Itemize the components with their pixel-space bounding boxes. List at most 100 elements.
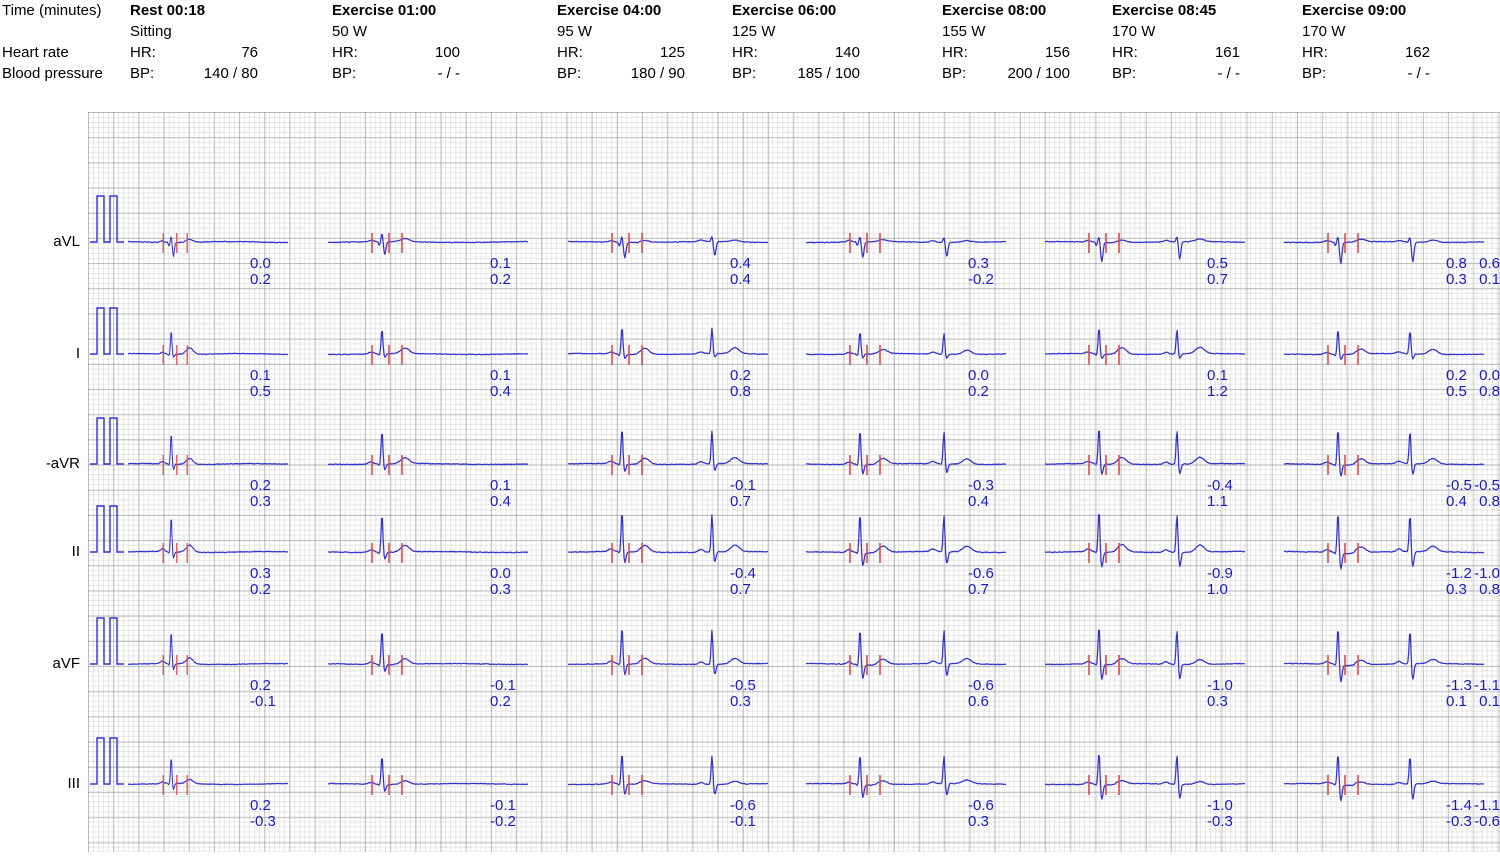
st-level-value: -0.1 — [490, 798, 516, 814]
st-slope-value: 0.1 — [1413, 272, 1500, 288]
st-slope-value: 0.8 — [730, 384, 751, 400]
measurement-values: -0.60.6 — [968, 678, 994, 710]
stage-column-7[interactable]: Exercise 09:00170 WHR:162BP:- / - — [1302, 0, 1406, 84]
bp-key: BP: — [1112, 63, 1136, 84]
hr-value: 76 — [176, 42, 258, 63]
st-slope-value: 0.3 — [490, 582, 511, 598]
bp-value: 185 / 100 — [778, 63, 860, 84]
heart-rate-row: HR:125 — [557, 42, 661, 63]
ecg-waveform — [1045, 330, 1245, 358]
st-level-value: -0.6 — [968, 798, 994, 814]
calibration-pulse — [90, 308, 124, 354]
st-level-value: 0.6 — [1413, 256, 1500, 272]
ecg-chart: aVLI-aVRIIaVFIII 0.00.20.10.20.40.40.3-0… — [88, 112, 1500, 852]
st-level-value: 0.4 — [730, 256, 751, 272]
stage-workload: 95 W — [557, 21, 661, 42]
measurement-values: 0.00.2 — [250, 256, 271, 288]
header-label-time: Time (minutes) — [2, 0, 122, 21]
stage-workload: 155 W — [942, 21, 1046, 42]
st-level-value: -1.0 — [1207, 798, 1233, 814]
hr-key: HR: — [1112, 42, 1138, 63]
measurement-values: 0.20.8 — [730, 368, 751, 400]
measurement-values: -0.6-0.1 — [730, 798, 756, 830]
st-slope-value: 0.4 — [968, 494, 994, 510]
bp-key: BP: — [732, 63, 756, 84]
blood-pressure-row: BP:140 / 80 — [130, 63, 205, 84]
ecg-waveform — [806, 334, 1006, 358]
blood-pressure-row: BP:- / - — [1112, 63, 1216, 84]
st-slope-value: 0.6 — [968, 694, 994, 710]
ecg-waveform — [1045, 431, 1245, 474]
bp-key: BP: — [130, 63, 154, 84]
st-level-value: 0.2 — [250, 478, 271, 494]
st-slope-value: 0.4 — [490, 494, 511, 510]
ecg-waveform — [1284, 517, 1484, 569]
st-level-value: -0.3 — [968, 478, 994, 494]
st-level-value: -0.6 — [968, 566, 994, 582]
st-level-value: -0.6 — [730, 798, 756, 814]
ecg-waveform — [806, 757, 1006, 798]
heart-rate-row: HR:161 — [1112, 42, 1216, 63]
st-level-value: 0.2 — [730, 368, 751, 384]
stage-name: Exercise 08:45 — [1112, 0, 1216, 21]
stage-column-4[interactable]: Exercise 06:00125 WHR:140BP:185 / 100 — [732, 0, 836, 84]
st-level-value: 0.0 — [250, 256, 271, 272]
bp-value: 140 / 80 — [176, 63, 258, 84]
ecg-waveform — [128, 520, 288, 558]
st-level-value: 0.0 — [1413, 368, 1500, 384]
st-level-value: -0.1 — [730, 478, 756, 494]
heart-rate-row: HR:140 — [732, 42, 836, 63]
st-level-value: -1.1 — [1413, 678, 1500, 694]
blood-pressure-row: BP:180 / 90 — [557, 63, 661, 84]
hr-key: HR: — [732, 42, 758, 63]
hr-value: 161 — [1158, 42, 1240, 63]
stage-column-6[interactable]: Exercise 08:45170 WHR:161BP:- / - — [1112, 0, 1216, 84]
heart-rate-row: HR:156 — [942, 42, 1046, 63]
bp-key: BP: — [1302, 63, 1326, 84]
st-level-value: 0.0 — [968, 368, 989, 384]
st-level-value: 0.0 — [490, 566, 511, 582]
measurement-values: 0.2-0.3 — [250, 798, 276, 830]
measurement-values: 0.60.1 — [1413, 256, 1500, 288]
measurement-values: -0.30.4 — [968, 478, 994, 510]
st-slope-value: 0.2 — [490, 272, 511, 288]
ecg-waveform — [806, 516, 1006, 565]
ecg-waveform — [568, 515, 768, 563]
ecg-waveform — [1284, 332, 1484, 359]
measurement-values: 0.10.4 — [490, 478, 511, 510]
stage-column-1[interactable]: Rest 00:18SittingHR:76BP:140 / 80 — [130, 0, 205, 84]
stage-column-5[interactable]: Exercise 08:00155 WHR:156BP:200 / 100 — [942, 0, 1046, 84]
caliper-marks — [850, 775, 880, 795]
ecg-waveform — [128, 760, 288, 789]
measurement-values: -0.50.3 — [730, 678, 756, 710]
hr-key: HR: — [1302, 42, 1328, 63]
ecg-waveform — [1045, 756, 1245, 800]
stage-column-2[interactable]: Exercise 01:0050 WHR:100BP:- / - — [332, 0, 436, 84]
calibration-pulse — [90, 196, 124, 242]
st-slope-value: 0.3 — [1207, 694, 1233, 710]
measurement-values: -0.1-0.2 — [490, 798, 516, 830]
header-label-blood-pressure: Blood pressure — [2, 63, 122, 84]
hr-value: 156 — [988, 42, 1070, 63]
stage-column-3[interactable]: Exercise 04:0095 WHR:125BP:180 / 90 — [557, 0, 661, 84]
blood-pressure-row: BP:- / - — [1302, 63, 1406, 84]
ecg-waveform — [1284, 632, 1484, 682]
hr-key: HR: — [557, 42, 583, 63]
blood-pressure-row: BP:185 / 100 — [732, 63, 836, 84]
stage-workload: 170 W — [1302, 21, 1406, 42]
calibration-pulse — [90, 618, 124, 664]
stage-name: Exercise 01:00 — [332, 0, 436, 21]
stage-name: Exercise 04:00 — [557, 0, 661, 21]
caliper-marks — [1089, 775, 1119, 795]
measurement-values: -0.40.7 — [730, 566, 756, 598]
st-slope-value: -0.2 — [968, 272, 994, 288]
hr-value: 100 — [378, 42, 460, 63]
stage-name: Exercise 09:00 — [1302, 0, 1406, 21]
ecg-waveform — [1045, 630, 1245, 679]
measurement-values: 0.00.3 — [490, 566, 511, 598]
st-slope-value: -0.1 — [250, 694, 276, 710]
st-level-value: -1.0 — [1207, 678, 1233, 694]
lead-label-II: II — [28, 543, 80, 560]
caliper-marks — [163, 233, 187, 253]
st-slope-value: 1.2 — [1207, 384, 1228, 400]
